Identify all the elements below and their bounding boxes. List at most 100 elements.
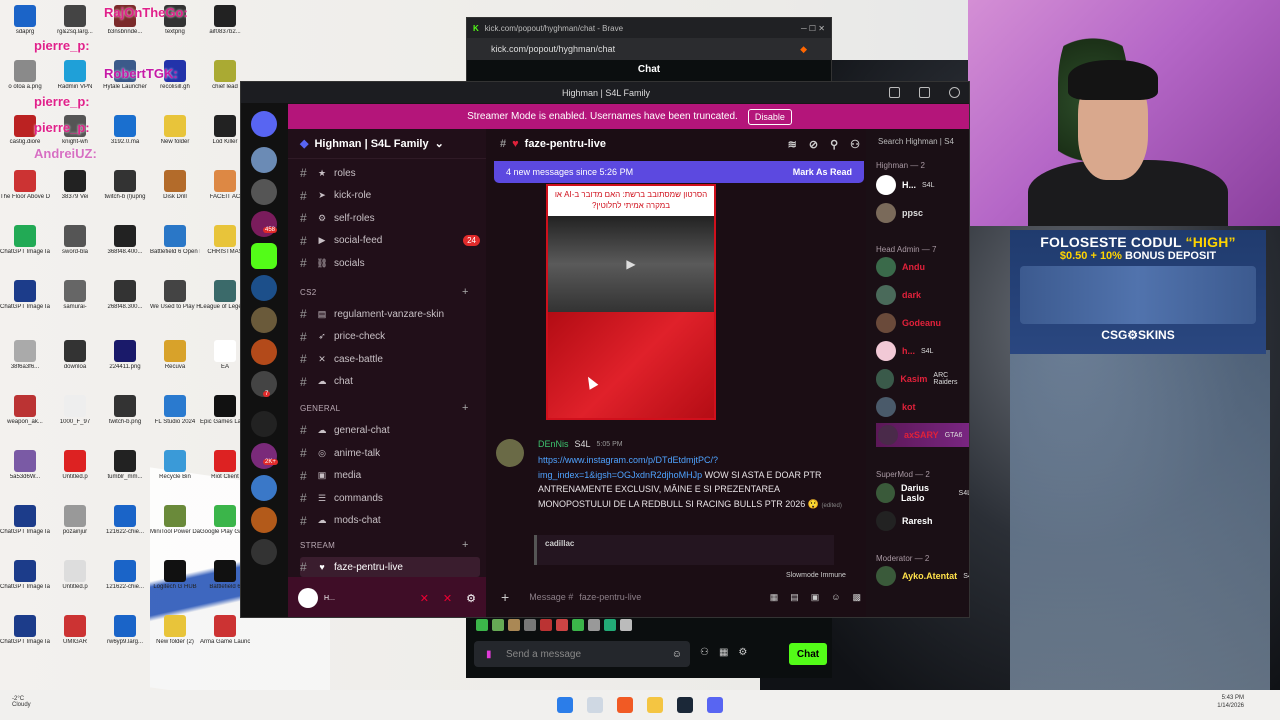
- channel-regulament-vanzare-skin[interactable]: # ▤ regulament-vanzare-skin: [300, 304, 480, 324]
- desktop-icon[interactable]: 38379 Vei: [50, 170, 100, 201]
- desktop-icon[interactable]: twitch-b (l)upng: [100, 170, 150, 201]
- desktop-icon[interactable]: weapon_ak...: [0, 395, 50, 426]
- task-view-icon[interactable]: [587, 697, 603, 713]
- server-icon[interactable]: [251, 443, 277, 469]
- kick-chat-button[interactable]: Chat: [789, 643, 827, 665]
- desktop-icon[interactable]: downloa: [50, 340, 100, 371]
- new-messages-bar[interactable]: 4 new messages since 5:26 PM Mark As Rea…: [494, 161, 864, 183]
- desktop-icon[interactable]: Disk Drill: [150, 170, 200, 201]
- link-embed[interactable]: cadillac: [534, 535, 834, 565]
- file-explorer-icon[interactable]: [647, 697, 663, 713]
- gift-icon[interactable]: ▦: [719, 647, 728, 658]
- threads-icon[interactable]: ≋: [788, 138, 797, 151]
- emote-icon[interactable]: [476, 619, 488, 631]
- emoji-icon[interactable]: ☺: [831, 592, 840, 603]
- desktop-icon[interactable]: sword-bla: [50, 225, 100, 256]
- window-controls-icon[interactable]: ─ ☐ ✕: [801, 24, 825, 33]
- desktop-icon[interactable]: 38f6a3f6...: [0, 340, 50, 371]
- desktop-icon[interactable]: MiniTool Power Data...: [150, 505, 200, 536]
- desktop-icon[interactable]: UMIGAR: [50, 615, 100, 646]
- member-item[interactable]: Andu: [876, 255, 925, 279]
- emote-icon[interactable]: [524, 619, 536, 631]
- desktop-icon[interactable]: ChatGPT Image Ian...: [0, 505, 50, 536]
- video-embed[interactable]: הסרטון שמסתובב ברשת: האם מדובר ב-AI או ב…: [546, 184, 716, 420]
- member-item[interactable]: Godeanu: [876, 311, 941, 335]
- kick-send-input[interactable]: ▮ Send a message ☺: [474, 641, 690, 667]
- emote-icon[interactable]: [556, 619, 568, 631]
- channel-mods-chat[interactable]: # ☁ mods-chat: [300, 511, 480, 531]
- headphones-muted-icon[interactable]: ✕: [443, 592, 452, 605]
- channel-category[interactable]: CS2 +: [300, 286, 468, 298]
- channel-media[interactable]: # ▣ media: [300, 466, 480, 486]
- desktop-icon[interactable]: Recycle Bin: [150, 450, 200, 481]
- channel-social-feed[interactable]: # ▶ social-feed 24: [300, 231, 480, 251]
- desktop-icon[interactable]: Untitled.p: [50, 560, 100, 591]
- server-icon[interactable]: [251, 339, 277, 365]
- desktop-icon[interactable]: Arma Game Launcher: [200, 615, 250, 646]
- emote-icon[interactable]: [620, 619, 632, 631]
- desktop-icon[interactable]: ChatGPT Image Ian...: [0, 225, 50, 256]
- gift-icon[interactable]: ▦: [770, 592, 779, 603]
- weather-widget[interactable]: -2°C Cloudy: [12, 696, 31, 708]
- desktop-icon[interactable]: 224411.png: [100, 340, 150, 371]
- emote-icon[interactable]: [492, 619, 504, 631]
- disable-button[interactable]: Disable: [747, 108, 792, 125]
- add-attachment-icon[interactable]: +: [501, 589, 509, 605]
- emote-icon[interactable]: [540, 619, 552, 631]
- apps-icon[interactable]: ▩: [852, 592, 861, 603]
- desktop-icon[interactable]: ChatGPT Image Ian...: [0, 560, 50, 591]
- server-icon[interactable]: [251, 307, 277, 333]
- avatar[interactable]: [496, 439, 524, 467]
- brave-icon[interactable]: [617, 697, 633, 713]
- member-item[interactable]: ppsc: [876, 201, 923, 225]
- member-item[interactable]: h... S4L: [876, 339, 933, 363]
- desktop-icon[interactable]: We Used to Play Here: [150, 280, 200, 311]
- server-icon[interactable]: [251, 475, 277, 501]
- desktop-icon[interactable]: tumblr_mm...: [100, 450, 150, 481]
- desktop-icon[interactable]: 5a53d6W...: [0, 450, 50, 481]
- channel-socials[interactable]: # ⛓ socials: [300, 253, 480, 273]
- desktop-icon[interactable]: twitch-b.png: [100, 395, 150, 426]
- screen-icon[interactable]: [919, 87, 930, 98]
- member-item[interactable]: H... S4L: [876, 173, 934, 197]
- gif-icon[interactable]: ▤: [790, 592, 799, 603]
- inbox-icon[interactable]: [889, 87, 900, 98]
- discord-icon[interactable]: [707, 697, 723, 713]
- play-icon[interactable]: ▶: [548, 216, 714, 312]
- add-channel-icon[interactable]: +: [462, 402, 469, 414]
- desktop-icon[interactable]: samurai-: [50, 280, 100, 311]
- desktop-icon[interactable]: Untitled.p: [50, 450, 100, 481]
- member-item[interactable]: dark: [876, 283, 921, 307]
- desktop-icon[interactable]: o otoa a.png: [0, 60, 50, 91]
- server-icon[interactable]: [251, 411, 277, 437]
- channel-anime-talk[interactable]: # ◎ anime-talk: [300, 443, 480, 463]
- discord-home-icon[interactable]: [251, 111, 277, 137]
- desktop-icon[interactable]: pozainjur: [50, 505, 100, 536]
- avatar[interactable]: [298, 588, 318, 608]
- settings-icon[interactable]: ⚙: [466, 592, 476, 605]
- emote-icon[interactable]: [508, 619, 520, 631]
- channel-category[interactable]: GENERAL +: [300, 402, 468, 414]
- server-header[interactable]: ◆ Highman | S4L Family ⌄: [288, 129, 486, 159]
- desktop-icon[interactable]: 3192.0.ma: [100, 115, 150, 146]
- server-icon[interactable]: [251, 211, 277, 237]
- add-channel-icon[interactable]: +: [462, 539, 469, 551]
- brave-shield-icon[interactable]: ◆: [800, 44, 807, 55]
- desktop-icon[interactable]: Recuva: [150, 340, 200, 371]
- channel-price-check[interactable]: # ➶ price-check: [300, 327, 480, 347]
- mic-muted-icon[interactable]: ✕: [420, 592, 429, 605]
- member-item[interactable]: Darius Laslo S4L: [876, 481, 969, 505]
- desktop-icon[interactable]: 121622-chie...: [100, 505, 150, 536]
- desktop-icon[interactable]: rw6yp9.larg...: [100, 615, 150, 646]
- channel-kick-role[interactable]: # ➤ kick-role: [300, 186, 480, 206]
- clock[interactable]: 5:43 PM 1/14/2026: [1217, 694, 1244, 710]
- message-link[interactable]: https://www.instagram.com/p/DTdEtdmjtPC/…: [538, 455, 718, 480]
- server-icon[interactable]: [251, 539, 277, 565]
- server-icon[interactable]: [251, 179, 277, 205]
- channel-roles[interactable]: # ★ roles: [300, 163, 480, 183]
- desktop-icon[interactable]: The Floor Above Demo: [0, 170, 50, 201]
- channel-general-chat[interactable]: # ☁ general-chat: [300, 420, 480, 440]
- desktop-icon[interactable]: 368f48.400...: [100, 225, 150, 256]
- emote-icon[interactable]: [588, 619, 600, 631]
- pin-icon[interactable]: ⚲: [830, 138, 838, 151]
